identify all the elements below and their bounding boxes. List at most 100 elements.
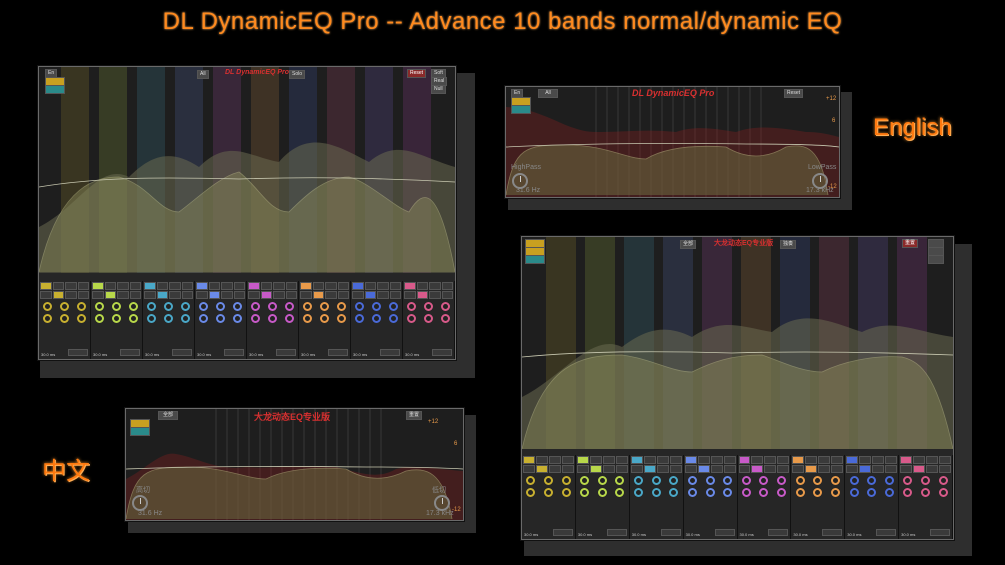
knob-icon[interactable] [95,302,104,311]
band-mode-button[interactable] [429,282,441,290]
cn-mode-3[interactable] [525,255,545,264]
cn-solo-button[interactable]: 独奏 [780,240,797,249]
knob-icon[interactable] [723,476,733,485]
sidechain-select[interactable] [432,349,452,356]
band-mode-button[interactable] [221,282,233,290]
mini-cn-reset-button[interactable]: 重置 [406,411,423,420]
knob-icon[interactable] [424,314,433,323]
sidechain-select[interactable] [328,349,348,356]
band-mode-button[interactable] [576,456,589,464]
knob-icon[interactable] [164,314,173,323]
knob-icon[interactable] [285,302,294,311]
band-mode-button[interactable] [602,456,615,464]
band-mode-button[interactable] [352,291,364,299]
band-mode-button[interactable] [697,456,710,464]
band-mode-button[interactable] [900,465,913,473]
knob-icon[interactable] [669,476,679,485]
band-mode-button[interactable] [872,465,885,473]
sidechain-select[interactable] [68,349,88,356]
band-mode-button[interactable] [885,456,898,464]
band-mode-button[interactable] [523,465,535,473]
band-mode-button[interactable] [208,282,220,290]
band-mode-button[interactable] [260,282,272,290]
knob-icon[interactable] [813,476,823,485]
band-mode-button[interactable] [248,282,260,290]
band-mode-button[interactable] [926,465,939,473]
band-mode-button[interactable] [416,291,428,299]
band-mode-button[interactable] [764,465,777,473]
knob-icon[interactable] [921,476,931,485]
knob-icon[interactable] [580,488,590,497]
knob-icon[interactable] [147,314,156,323]
band-mode-button[interactable] [65,282,77,290]
band-mode-button[interactable] [404,291,416,299]
knob-icon[interactable] [669,488,679,497]
sidechain-select[interactable] [930,529,950,536]
knob-icon[interactable] [147,302,156,311]
knob-icon[interactable] [199,314,208,323]
knob-icon[interactable] [320,314,329,323]
knob-icon[interactable] [268,302,277,311]
knob-icon[interactable] [634,488,644,497]
knob-icon[interactable] [634,476,644,485]
knob-icon[interactable] [43,314,52,323]
band-mode-button[interactable] [669,465,682,473]
knob-icon[interactable] [651,488,661,497]
mini-cn-display[interactable]: 全部 大龙动态EQ专业版 重置 +12 6 -12 高切 31.6 Hz 低切 … [126,409,463,520]
knob-icon[interactable] [43,302,52,311]
band-mode-button[interactable] [92,291,104,299]
mini-cn-lowpass-knob[interactable] [434,495,450,511]
band-mode-button[interactable] [684,465,697,473]
band-mode-button[interactable] [300,291,312,299]
knob-icon[interactable] [389,302,398,311]
band-mode-button[interactable] [156,291,168,299]
band-mode-button[interactable] [656,456,669,464]
band-mode-button[interactable] [429,291,441,299]
band-mode-button[interactable] [630,465,643,473]
band-mode-button[interactable] [939,456,951,464]
band-mode-button[interactable] [885,465,898,473]
knob-icon[interactable] [407,302,416,311]
knob-icon[interactable] [337,302,346,311]
knob-icon[interactable] [355,302,364,311]
band-mode-button[interactable] [233,282,245,290]
band-mode-button[interactable] [273,291,285,299]
band-mode-button[interactable] [221,291,233,299]
sidechain-select[interactable] [380,349,400,356]
band-mode-button[interactable] [589,456,602,464]
knob-icon[interactable] [251,314,260,323]
mini-en-all-button[interactable]: All [538,89,558,98]
band-mode-button[interactable] [913,456,926,464]
knob-icon[interactable] [251,302,260,311]
knob-icon[interactable] [199,302,208,311]
band-mode-button[interactable] [751,456,764,464]
band-mode-button[interactable] [548,465,561,473]
band-mode-button[interactable] [589,465,602,473]
mini-en-reset-button[interactable]: Reset [784,89,804,98]
band-mode-button[interactable] [325,291,337,299]
knob-icon[interactable] [112,314,121,323]
band-mode-button[interactable] [697,465,710,473]
band-mode-button[interactable] [300,282,312,290]
band-mode-button[interactable] [104,291,116,299]
band-mode-button[interactable] [900,456,913,464]
knob-icon[interactable] [372,302,381,311]
band-mode-button[interactable] [751,465,764,473]
knob-icon[interactable] [561,488,571,497]
band-mode-button[interactable] [643,465,656,473]
band-mode-button[interactable] [416,282,428,290]
knob-icon[interactable] [181,314,190,323]
band-mode-button[interactable] [913,465,926,473]
band-mode-button[interactable] [561,465,574,473]
knob-icon[interactable] [355,314,364,323]
band-mode-button[interactable] [818,465,831,473]
cn-all-button[interactable]: 全部 [680,240,697,249]
band-mode-button[interactable] [576,465,589,473]
band-mode-button[interactable] [144,282,156,290]
band-mode-button[interactable] [710,456,723,464]
knob-icon[interactable] [759,488,769,497]
knob-icon[interactable] [615,476,625,485]
knob-icon[interactable] [60,314,69,323]
knob-icon[interactable] [903,488,913,497]
knob-icon[interactable] [129,314,138,323]
